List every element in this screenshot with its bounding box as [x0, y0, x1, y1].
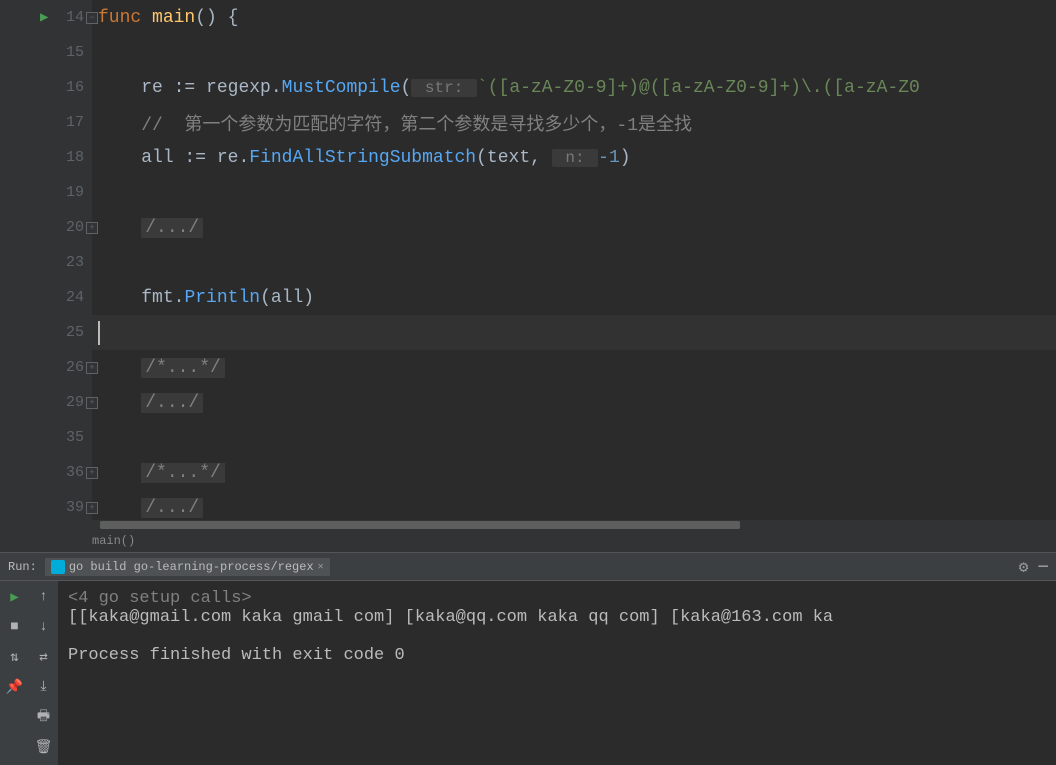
code-line: /.../ [92, 385, 1056, 420]
scrollbar-thumb[interactable] [100, 521, 740, 529]
folded-region[interactable]: /*...*/ [141, 358, 225, 378]
line-number: 16 [62, 79, 84, 96]
code-area[interactable]: func main() { re := regexp.MustCompile( … [92, 0, 1056, 530]
code-line: all := re.FindAllStringSubmatch(text, n:… [92, 140, 1056, 175]
output-line: [[kaka@gmail.com kaka gmail com] [kaka@q… [68, 608, 833, 627]
folded-region[interactable]: /.../ [141, 393, 203, 413]
line-number: 35 [62, 429, 84, 446]
code-line: /.../ [92, 210, 1056, 245]
folded-region[interactable]: /.../ [141, 498, 203, 518]
stop-button[interactable]: ■ [5, 617, 25, 637]
line-number: 17 [62, 114, 84, 131]
gutter-row[interactable]: ▶ 14 [0, 0, 92, 35]
line-number: 29 [62, 394, 84, 411]
scroll-button[interactable]: ⤓ [34, 677, 54, 697]
line-number: 25 [62, 324, 84, 341]
line-number: 20 [62, 219, 84, 236]
run-header: Run: go build go-learning-process/regex … [0, 553, 1056, 581]
wrap-button[interactable]: ⇄ [34, 647, 54, 667]
gear-icon[interactable]: ⚙ [1019, 557, 1029, 577]
code-line: /*...*/ [92, 350, 1056, 385]
rerun-button[interactable]: ▶ [5, 587, 25, 607]
code-line [92, 175, 1056, 210]
run-tab[interactable]: go build go-learning-process/regex ✕ [45, 558, 330, 576]
line-number: 19 [62, 184, 84, 201]
line-number: 23 [62, 254, 84, 271]
code-line: // 第一个参数为匹配的字符，第二个参数是寻找多少个，-1是全找 [92, 105, 1056, 140]
up-button[interactable]: ↑ [34, 587, 54, 607]
trash-button[interactable]: 🗑 [34, 737, 54, 757]
line-number: 14 [62, 9, 84, 26]
code-line: fmt.Println(all) [92, 280, 1056, 315]
code-line: /*...*/ [92, 455, 1056, 490]
run-gutter-icon[interactable]: ▶ [40, 9, 48, 26]
exit-message: Process finished with exit code 0 [68, 646, 405, 665]
code-line [92, 420, 1056, 455]
gutter: ▶ 14 15 16 17 18 19 20 23 24 25 26 29 35… [0, 0, 92, 530]
line-number: 24 [62, 289, 84, 306]
code-line [92, 35, 1056, 70]
code-line: re := regexp.MustCompile( str: `([a-zA-Z… [92, 70, 1056, 105]
code-line: func main() { [92, 0, 1056, 35]
line-number: 26 [62, 359, 84, 376]
breadcrumb[interactable]: main() [0, 530, 1056, 552]
editor-area: ▶ 14 15 16 17 18 19 20 23 24 25 26 29 35… [0, 0, 1056, 530]
run-panel: Run: go build go-learning-process/regex … [0, 552, 1056, 765]
print-button[interactable]: 🖶 [34, 707, 54, 727]
line-number: 15 [62, 44, 84, 61]
go-icon [51, 560, 65, 574]
run-toolbar: ▶ ■ ⇅ 📌 ↑ ↓ ⇄ ⤓ 🖶 🗑 [0, 581, 58, 765]
line-number: 18 [62, 149, 84, 166]
folded-region[interactable]: /*...*/ [141, 463, 225, 483]
code-line [92, 245, 1056, 280]
run-output[interactable]: <4 go setup calls> [[kaka@gmail.com kaka… [58, 581, 1056, 765]
horizontal-scrollbar[interactable] [92, 520, 1056, 530]
folded-region[interactable]: /.../ [141, 218, 203, 238]
code-line-current [92, 315, 1056, 350]
setup-calls: <4 go setup calls> [68, 589, 252, 608]
layout-button[interactable]: ⇅ [5, 647, 25, 667]
line-number: 36 [62, 464, 84, 481]
caret [98, 321, 100, 345]
line-number: 39 [62, 499, 84, 516]
minimize-icon[interactable]: — [1038, 557, 1048, 577]
close-icon[interactable]: ✕ [318, 561, 324, 573]
run-label: Run: [8, 560, 37, 574]
pin-button[interactable]: 📌 [5, 677, 25, 697]
down-button[interactable]: ↓ [34, 617, 54, 637]
